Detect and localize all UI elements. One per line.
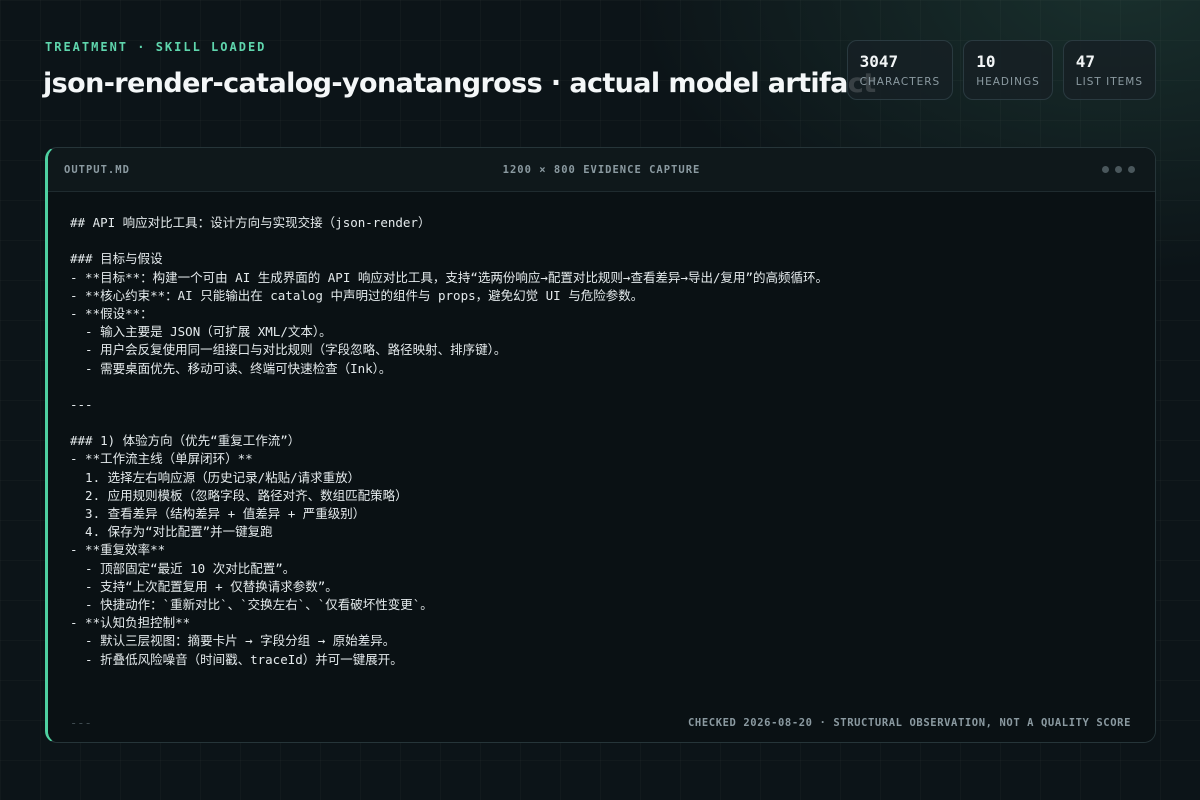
content-line: - 顶部固定“最近 10 次对比配置”。 xyxy=(70,560,296,576)
panel-header: OUTPUT.MD 1200 × 800 EVIDENCE CAPTURE xyxy=(48,148,1155,192)
stat-label: HEADINGS xyxy=(976,76,1040,88)
content-line: - **工作流主线（单屏闭环）** xyxy=(70,451,253,467)
content-line xyxy=(70,414,1133,432)
stat-card-list-items: 47 LIST ITEMS xyxy=(1062,40,1156,100)
content-line: - 需要桌面优先、移动可读、终端可快速检查（Ink）。 xyxy=(70,360,392,376)
window-menu-dots[interactable] xyxy=(1102,166,1135,173)
page-kicker: TREATMENT · SKILL LOADED xyxy=(45,40,267,54)
content-line: - **重复效率** xyxy=(70,542,166,558)
content-line: 1. 选择左右响应源（历史记录/粘贴/请求重放） xyxy=(70,469,361,485)
content-line: - 用户会反复使用同一组接口与对比规则（字段忽略、路径映射、排序键）。 xyxy=(70,342,507,358)
panel-caption: 1200 × 800 EVIDENCE CAPTURE xyxy=(502,163,701,176)
content-line: 4. 保存为“对比配置”并一键复跑 xyxy=(70,524,273,540)
content-line: - **核心约束**：AI 只能输出在 catalog 中声明过的组件与 pro… xyxy=(70,287,644,303)
content-line: - **目标**：构建一个可由 AI 生成界面的 API 响应对比工具，支持“选… xyxy=(70,269,829,285)
content-line: ### 1) 体验方向（优先“重复工作流”） xyxy=(70,433,301,449)
stat-label: LIST ITEMS xyxy=(1075,76,1143,88)
stat-value: 3047 xyxy=(859,52,899,71)
content-line: - **认知负担控制** xyxy=(70,615,191,631)
dot-icon xyxy=(1128,166,1135,173)
content-line: ## API 响应对比工具：设计方向与实现交接（json-render） xyxy=(70,215,431,230)
markdown-content: ## API 响应对比工具：设计方向与实现交接（json-render） ### … xyxy=(48,192,1155,669)
stats-bar: 3047 CHARACTERS 10 HEADINGS 47 LIST ITEM… xyxy=(846,40,1156,100)
content-line: - **假设**： xyxy=(70,305,153,321)
content-line: 3. 查看差异（结构差异 + 值差异 + 严重级别） xyxy=(70,506,366,521)
footer-divider-text: --- xyxy=(70,716,92,730)
panel-footer: --- CHECKED 2026-08-20 · STRUCTURAL OBSE… xyxy=(48,698,1155,742)
stat-value: 47 xyxy=(1075,52,1096,71)
content-line xyxy=(70,232,1133,250)
stat-card-characters: 3047 CHARACTERS xyxy=(846,40,954,100)
content-line: - 支持“上次配置复用 + 仅替换请求参数”。 xyxy=(70,578,338,594)
content-line: - 快捷动作：`重新对比`、`交换左右`、`仅看破坏性变更`。 xyxy=(70,596,433,612)
stat-label: CHARACTERS xyxy=(859,76,941,88)
content-line: --- xyxy=(70,396,93,412)
page-title: json-render-catalog-yonatangross · actua… xyxy=(43,68,876,99)
panel-filename: OUTPUT.MD xyxy=(64,163,130,176)
footer-note: CHECKED 2026-08-20 · STRUCTURAL OBSERVAT… xyxy=(688,717,1131,729)
dot-icon xyxy=(1115,166,1122,173)
content-line: - 折叠低风险噪音（时间戳、traceId）并可一键展开。 xyxy=(70,651,403,667)
stat-value: 10 xyxy=(976,52,996,71)
stat-card-headings: 10 HEADINGS xyxy=(963,40,1053,100)
content-line: - 输入主要是 JSON（可扩展 XML/文本）。 xyxy=(70,324,332,340)
content-line: ### 目标与假设 xyxy=(70,251,163,267)
dot-icon xyxy=(1102,166,1109,173)
content-line: - 默认三层视图：摘要卡片 → 字段分组 → 原始差异。 xyxy=(70,633,396,649)
content-line xyxy=(70,378,1133,396)
output-panel: OUTPUT.MD 1200 × 800 EVIDENCE CAPTURE ##… xyxy=(45,147,1156,743)
content-line: 2. 应用规则模板（忽略字段、路径对齐、数组匹配策略） xyxy=(70,487,408,503)
